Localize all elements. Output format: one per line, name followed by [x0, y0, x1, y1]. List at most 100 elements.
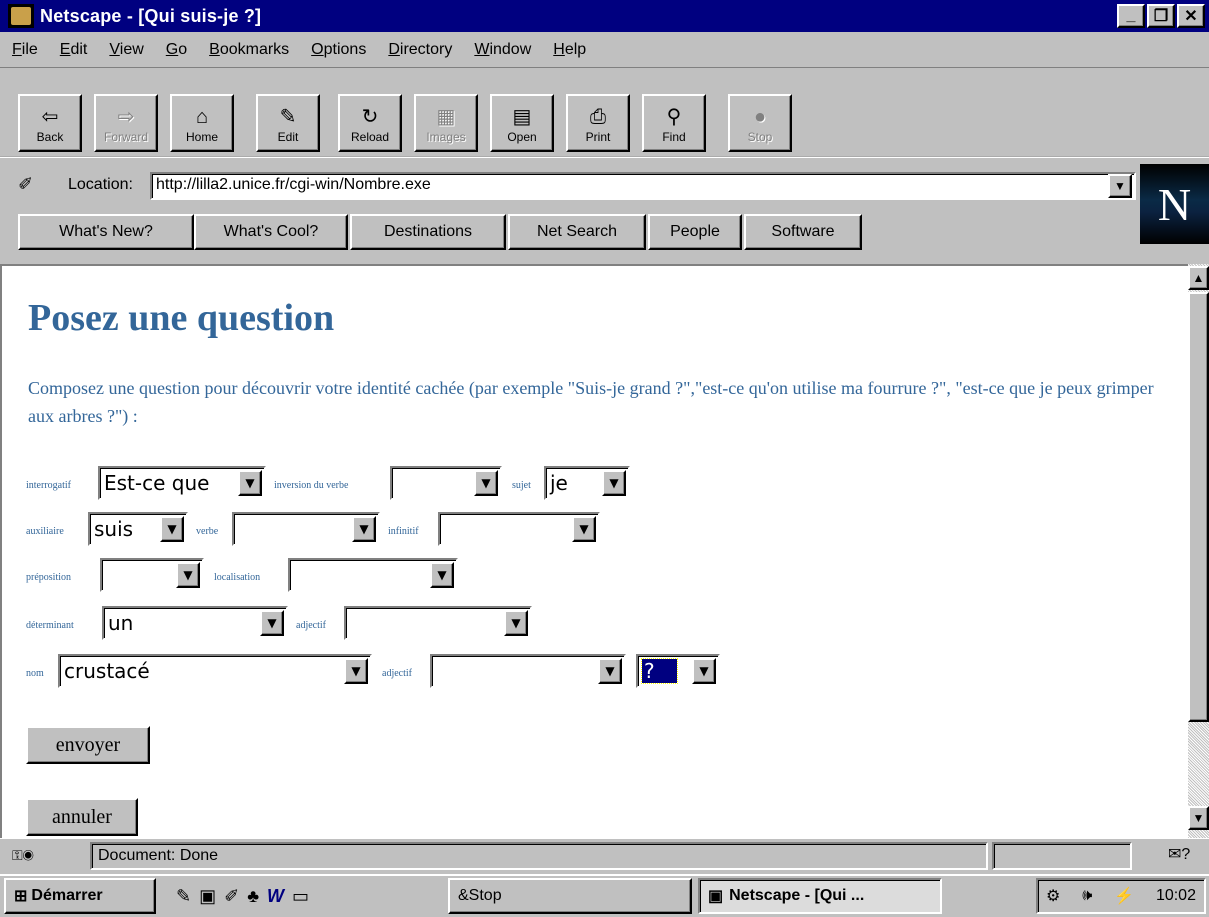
location-input[interactable]: http://lilla2.unice.fr/cgi-win/Nombre.ex…: [150, 172, 1136, 200]
select-verbe[interactable]: ▼: [232, 512, 380, 546]
menu-go[interactable]: Go: [166, 41, 187, 59]
dropdown-arrow-icon: ▼: [176, 562, 200, 588]
intro-text: Composez une question pour découvrir vot…: [28, 378, 1154, 426]
find-button[interactable]: ⚲ Find: [642, 94, 706, 152]
quicklaunch-window-icon[interactable]: ▭: [292, 886, 309, 907]
windows-logo-icon: ⊞: [14, 888, 28, 905]
back-label: Back: [36, 130, 64, 144]
title-bar: Netscape - [Qui suis-je ?] _ ❐ ✕: [0, 0, 1209, 32]
whats-cool-button[interactable]: What's Cool?: [194, 214, 348, 250]
software-button[interactable]: Software: [744, 214, 862, 250]
menu-file[interactable]: File: [12, 41, 38, 59]
security-key-icon[interactable]: ⚿◉: [12, 844, 52, 866]
menu-options[interactable]: Options: [311, 41, 366, 59]
network-icon[interactable]: ⚙: [1046, 886, 1060, 906]
select-interrogatif[interactable]: Est-ce que ▼: [98, 466, 266, 500]
volume-icon[interactable]: 🕪: [1082, 887, 1092, 905]
images-button[interactable]: ▦ Images: [414, 94, 478, 152]
page-title: Posez une question: [28, 297, 335, 339]
whats-new-button[interactable]: What's New?: [18, 214, 194, 250]
label-verbe: verbe: [196, 526, 219, 537]
quicklaunch-notepad-icon[interactable]: ✐: [224, 886, 239, 907]
select-adjectif-2[interactable]: ▼: [430, 654, 626, 688]
select-auxiliaire-value: suis: [94, 517, 134, 541]
netscape-app-icon: [8, 4, 34, 28]
scroll-thumb[interactable]: [1188, 292, 1209, 722]
reload-label: Reload: [350, 130, 390, 144]
reload-button[interactable]: ↻ Reload: [338, 94, 402, 152]
dropdown-arrow-icon: ▼: [430, 562, 454, 588]
back-button[interactable]: ⇦ Back: [18, 94, 82, 152]
select-nom-value: crustacé: [64, 659, 150, 683]
select-adjectif-1[interactable]: ▼: [344, 606, 532, 640]
mail-icon[interactable]: ✉?: [1168, 844, 1190, 864]
select-auxiliaire[interactable]: suis ▼: [88, 512, 188, 546]
dropdown-arrow-icon: ▼: [260, 610, 284, 636]
submit-button[interactable]: envoyer: [26, 726, 150, 764]
flash-icon[interactable]: ⚡: [1114, 886, 1134, 906]
select-ponctuation[interactable]: ? ▼: [636, 654, 720, 688]
task-netscape-label: Netscape - [Qui ...: [729, 887, 865, 904]
start-button[interactable]: ⊞ Démarrer: [4, 878, 156, 914]
select-determinant[interactable]: un ▼: [102, 606, 288, 640]
label-adjectif-1: adjectif: [296, 620, 326, 631]
quicklaunch-pen-icon[interactable]: ✎: [176, 886, 191, 907]
select-determinant-value: un: [108, 611, 134, 635]
select-nom[interactable]: crustacé ▼: [58, 654, 372, 688]
select-preposition[interactable]: ▼: [100, 558, 204, 592]
dropdown-arrow-icon: ▼: [474, 470, 498, 496]
destinations-button[interactable]: Destinations: [350, 214, 506, 250]
quicklaunch-word-icon[interactable]: W: [267, 886, 284, 907]
print-button[interactable]: ⎙ Print: [566, 94, 630, 152]
edit-label: Edit: [277, 130, 299, 144]
menu-edit[interactable]: Edit: [60, 41, 88, 59]
stop-label: Stop: [747, 130, 773, 144]
select-ponctuation-value: ?: [641, 658, 678, 684]
netscape-task-icon: ▣: [708, 888, 724, 905]
print-label: Print: [585, 130, 611, 144]
quick-launch: ✎ ▣ ✐ ♣ W ▭: [176, 880, 309, 912]
dropdown-arrow-icon: ▼: [602, 470, 626, 496]
menu-window[interactable]: Window: [474, 41, 531, 59]
open-button[interactable]: ▤ Open: [490, 94, 554, 152]
home-button[interactable]: ⌂ Home: [170, 94, 234, 152]
back-arrow-icon: ⇦: [41, 106, 59, 128]
bookmark-pencil-icon[interactable]: ✐: [18, 174, 40, 196]
close-button[interactable]: ✕: [1177, 4, 1205, 28]
location-dropdown-button[interactable]: ▼: [1108, 174, 1132, 198]
find-label: Find: [662, 130, 686, 144]
stop-button[interactable]: ● Stop: [728, 94, 792, 152]
menu-bookmarks[interactable]: Bookmarks: [209, 41, 289, 59]
netscape-logo[interactable]: N: [1140, 164, 1209, 244]
people-button[interactable]: People: [648, 214, 742, 250]
dropdown-arrow-icon: ▼: [352, 516, 376, 542]
quicklaunch-tree-icon[interactable]: ♣: [247, 886, 259, 907]
net-search-button[interactable]: Net Search: [508, 214, 646, 250]
home-icon: ⌂: [195, 106, 209, 128]
dropdown-arrow-icon: ▼: [572, 516, 596, 542]
progress-indicator: [992, 842, 1132, 870]
menu-directory[interactable]: Directory: [388, 41, 452, 59]
forward-label: Forward: [103, 130, 148, 144]
edit-button[interactable]: ✎ Edit: [256, 94, 320, 152]
quicklaunch-netscape-icon[interactable]: ▣: [199, 886, 216, 907]
label-nom: nom: [26, 668, 44, 679]
select-inversion[interactable]: ▼: [390, 466, 502, 500]
scroll-down-button[interactable]: ▼: [1188, 806, 1209, 830]
menu-view[interactable]: View: [109, 41, 143, 59]
clock: 10:02: [1155, 887, 1196, 904]
task-netscape[interactable]: ▣ Netscape - [Qui ...: [698, 878, 942, 914]
minimize-button[interactable]: _: [1117, 4, 1145, 28]
reload-icon: ↻: [361, 106, 379, 128]
select-infinitif[interactable]: ▼: [438, 512, 600, 546]
home-label: Home: [185, 130, 218, 144]
select-sujet-value: je: [550, 471, 568, 495]
forward-button[interactable]: ⇨ Forward: [94, 94, 158, 152]
restore-button[interactable]: ❐: [1147, 4, 1175, 28]
reset-button[interactable]: annuler: [26, 798, 138, 836]
scroll-up-button[interactable]: ▲: [1188, 266, 1209, 290]
task-stop[interactable]: &Stop: [448, 878, 692, 914]
select-localisation[interactable]: ▼: [288, 558, 458, 592]
menu-help[interactable]: Help: [553, 41, 586, 59]
select-sujet[interactable]: je ▼: [544, 466, 630, 500]
